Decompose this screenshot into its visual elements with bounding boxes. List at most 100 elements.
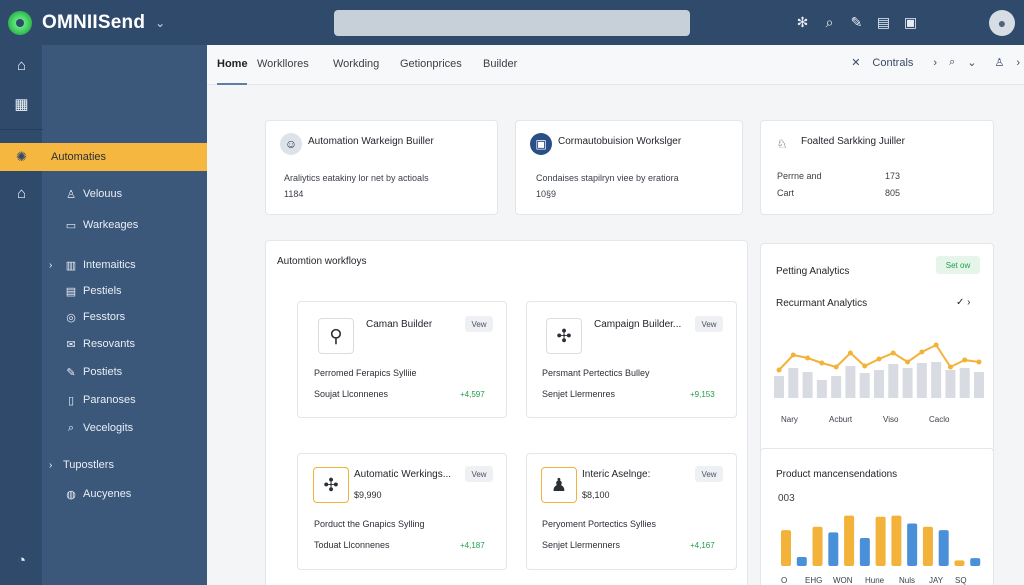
help-icon[interactable]: ◔ (0, 542, 43, 578)
chart-tick-label: Nuls (899, 576, 915, 585)
workflow-value: $9,990 (354, 490, 382, 500)
workflow-subject: Senjet Llermenners (542, 540, 621, 550)
network-icon: ✣ (546, 318, 582, 354)
brand-mark-icon (8, 10, 32, 35)
workflow-subject: Senjet Llermenres (542, 389, 616, 399)
workflow-delta: +9,153 (690, 390, 715, 399)
chart-point (790, 352, 796, 358)
chart-bar (774, 376, 784, 398)
chart-point (805, 355, 811, 361)
chevron-down-icon[interactable]: ⌄ (155, 16, 165, 30)
controls-link[interactable]: Contrals (872, 57, 913, 69)
line-chart: Nary Acburt Viso Caclo (774, 342, 984, 424)
sidebar-item-tupostlers[interactable]: › Tupostlers (43, 452, 207, 478)
view-button[interactable]: Vew (695, 316, 723, 332)
sidebar-item-postiets[interactable]: ✎ Postiets (43, 359, 207, 385)
tab-working[interactable]: Workding (333, 58, 379, 70)
bar-chart: O EHG WON Hune Nuls JAY SQ (781, 515, 981, 585)
home-icon[interactable]: ⌂ (0, 47, 43, 83)
search-icon[interactable]: ⌕ (816, 12, 843, 32)
sidebar-item-velouus[interactable]: ♙ Velouus (43, 181, 207, 207)
workflow-description: Peryoment Portectics Syllies (542, 519, 657, 529)
chart-point (933, 342, 939, 348)
chart-title: Recurmant Analytics (776, 298, 868, 309)
workflow-delta: +4,187 (460, 541, 485, 550)
chart-point (833, 364, 839, 370)
sidebar-item-warkeages[interactable]: ▭ Warkeages (43, 212, 207, 238)
sidebar-item-vecelogits[interactable]: ⌕ Vecelogits (43, 415, 207, 441)
chevron-right-icon[interactable]: › (933, 57, 937, 69)
sidebar-item-fesstors[interactable]: ◎ Fesstors (43, 304, 207, 330)
view-button[interactable]: Vew (465, 466, 493, 482)
tab-getionprices[interactable]: Getionprices (400, 58, 462, 70)
tab-workflows[interactable]: Workllores (257, 58, 309, 70)
chart-point (919, 349, 925, 355)
bag-icon[interactable]: ▣ (897, 12, 924, 32)
global-search-input[interactable] (334, 10, 690, 36)
rail-divider (0, 129, 43, 130)
brand-logo[interactable]: OMNIISend ⌄ (8, 10, 208, 35)
workflow-card[interactable]: ✣ Automatic Werkings... Vew $9,990 Pordu… (297, 453, 507, 570)
set-now-button[interactable]: Set ow (936, 256, 980, 274)
tab-home[interactable]: Home (217, 58, 248, 70)
view-button[interactable]: Vew (465, 316, 493, 332)
automation-icon: ✺ (16, 149, 27, 164)
workflow-card[interactable]: ✣ Campaign Builder... Vew Persmant Perte… (526, 301, 737, 418)
user-icon[interactable]: ♙ (994, 56, 1004, 69)
chart-tick-label: Viso (883, 415, 899, 424)
chart-bar (938, 530, 949, 566)
tab-builder[interactable]: Builder (483, 58, 517, 70)
chart-icon: ▥ (65, 259, 77, 272)
chart-bar (812, 526, 823, 566)
chevron-down-icon[interactable]: ⌄ (967, 56, 976, 69)
search-icon[interactable]: ⌕ (949, 56, 955, 69)
edit-icon[interactable]: ✎ (843, 12, 870, 32)
workflow-card[interactable]: ♟ Interic Aselnge: Vew $8,100 Peryoment … (526, 453, 737, 570)
tab-bar-actions: ✕ Contrals › ⌕ ⌄ ♙ › (851, 56, 1024, 69)
sidebar-item-label: Pestiels (83, 285, 122, 297)
chart-bar (796, 557, 807, 566)
chart-bar (816, 380, 827, 398)
user-avatar[interactable]: ● (989, 10, 1015, 36)
chevron-right-icon[interactable]: › (1016, 57, 1020, 69)
workflow-title: Interic Aselnge: (582, 469, 651, 480)
chart-bar (788, 368, 799, 398)
summary-card[interactable]: ☺ Automation Warkeign Builler Araliytics… (265, 120, 498, 215)
summary-card[interactable]: ♘ Foalted Sarkking Juiller Perrne and 17… (760, 120, 994, 215)
store-icon[interactable]: ⌂ (0, 175, 43, 211)
chart-nav-chevrons[interactable]: ✓ › (956, 297, 971, 308)
workflow-card[interactable]: ⚲ Caman Builder Vew Perromed Ferapics Sy… (297, 301, 507, 418)
sidebar-item-resovants[interactable]: ✉ Resovants (43, 331, 207, 357)
sidebar-item-label: Resovants (83, 338, 135, 350)
summary-card[interactable]: ▣ Cormautobuision Workslger Condaises st… (515, 120, 743, 215)
sidebar-item-label: Aucyenes (83, 488, 132, 500)
sidebar-item-pestiels[interactable]: ▤ Pestiels (43, 278, 207, 304)
workflow-subject: Toduat Llconnenes (314, 540, 390, 550)
close-icon[interactable]: ✕ (851, 56, 860, 69)
sidebar-item-paranoses[interactable]: ▯ Paranoses (43, 387, 207, 413)
settings-icon[interactable]: ✻ (789, 12, 816, 32)
section-heading: Automtion workfloys (277, 256, 367, 267)
panel-title: Petting Analytics (776, 266, 850, 277)
chart-bar (844, 515, 855, 566)
sidebar-item-aucyenes[interactable]: ◍ Aucyenes (43, 481, 207, 507)
workflow-title: Automatic Werkings... (354, 469, 452, 480)
chart-bar (891, 515, 902, 566)
chart-tick-label: O (781, 576, 787, 585)
workflow-title: Caman Builder (366, 319, 433, 330)
view-button[interactable]: Vew (695, 466, 723, 482)
chart-bar (945, 370, 956, 398)
chart-tick-label: Caclo (929, 415, 950, 424)
search-icon: ⌕ (67, 421, 75, 434)
top-icon-group: ✻ ⌕ ✎ ▤ ▣ (789, 12, 924, 32)
card-title: Foalted Sarkking Juiller (801, 136, 905, 147)
chevron-right-icon[interactable]: › (49, 460, 52, 471)
chevron-right-icon[interactable]: › (49, 260, 52, 271)
clipboard-icon[interactable]: ▤ (870, 12, 897, 32)
building-icon[interactable]: ▦ (0, 86, 43, 122)
card-row-label: Perrne and (777, 171, 822, 181)
tab-bar: Home Workllores Workding Getionprices Bu… (207, 45, 1024, 85)
chart-point (890, 350, 896, 356)
key-icon: ⚲ (318, 318, 354, 354)
sidebar-item-intemaitics[interactable]: › ▥ Intemaitics (43, 252, 207, 278)
